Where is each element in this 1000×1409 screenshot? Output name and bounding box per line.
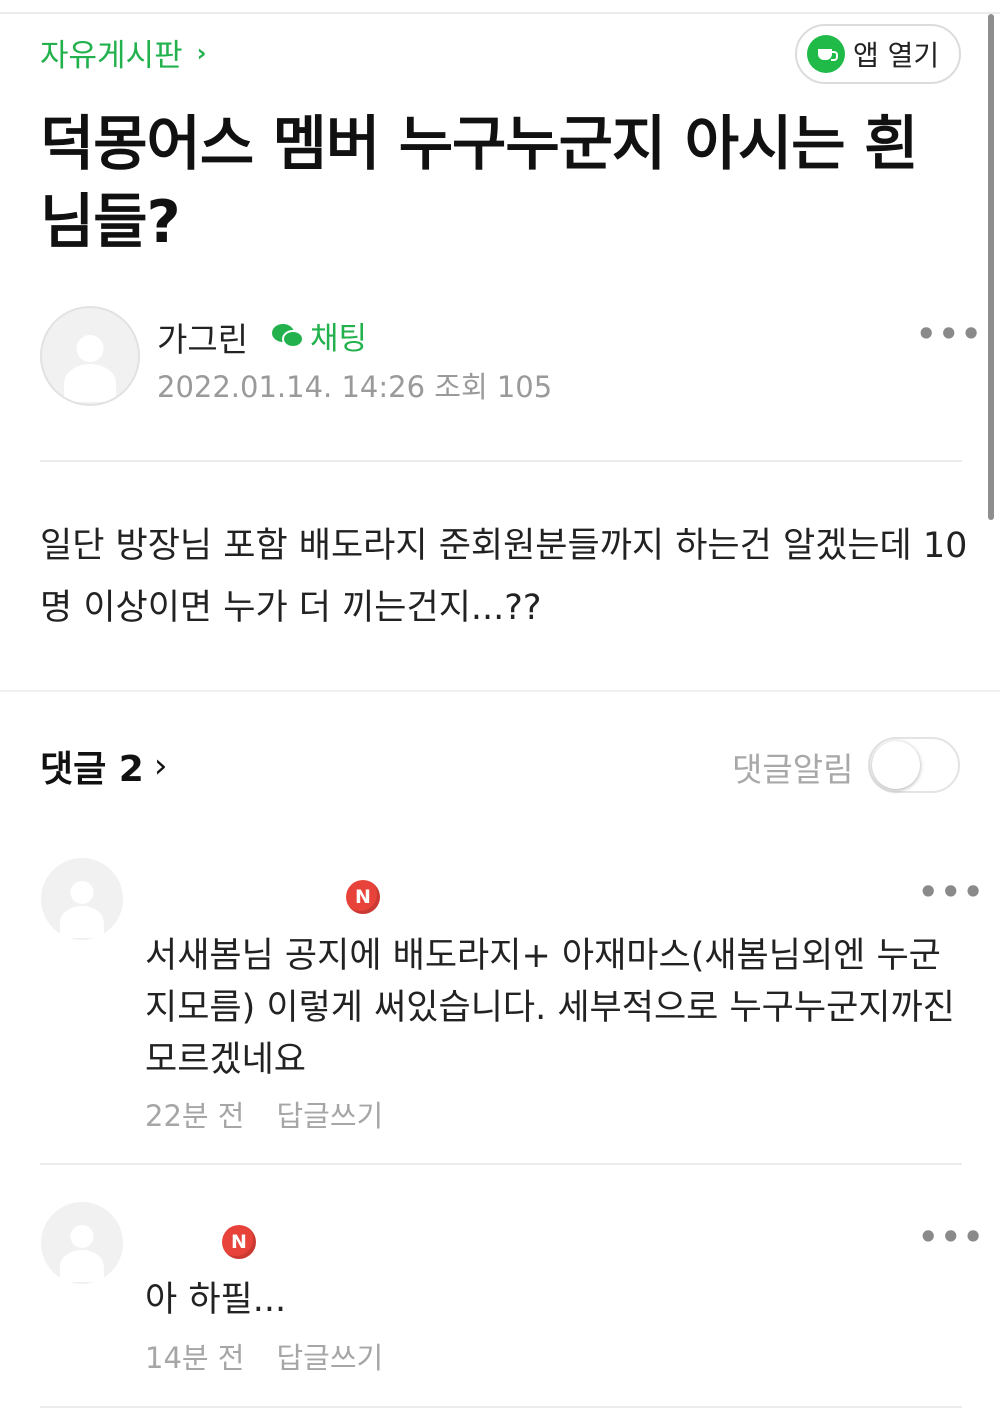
comment-more-icon[interactable]: •••	[918, 1218, 985, 1256]
comment-text: 아 하필...	[145, 1280, 287, 1320]
section-divider	[0, 690, 1000, 692]
avatar-head-shape	[70, 1224, 94, 1248]
chevron-right-icon: ›	[153, 746, 168, 786]
more-options-icon[interactable]: •••	[916, 315, 983, 353]
avatar-head-shape	[76, 334, 104, 362]
avatar-body-shape	[59, 1249, 105, 1283]
new-badge: N	[346, 880, 380, 914]
reply-button[interactable]: 답글쓰기	[276, 1093, 383, 1135]
comment-time: 14분 전	[145, 1341, 245, 1375]
app-open-label: 앱 열기	[853, 39, 940, 72]
avatar-body-shape	[59, 905, 105, 939]
chat-label: 채팅	[310, 321, 368, 357]
commenter-avatar[interactable]	[41, 1202, 123, 1284]
author-name[interactable]: 가그린	[157, 313, 248, 361]
comment-meta: 22분 전 답글쓰기	[145, 1093, 383, 1135]
comment-alarm-toggle[interactable]	[868, 737, 960, 793]
comment-divider	[40, 1163, 962, 1165]
post-body: 일단 방장님 포함 배도라지 준회원분들까지 하는건 알겠는데 10명 이상이면…	[40, 526, 968, 628]
comment-divider	[40, 1406, 962, 1408]
comments-header[interactable]: 댓글 2 ›	[40, 740, 167, 792]
toggle-knob	[872, 741, 920, 789]
new-badge: N	[222, 1225, 256, 1259]
avatar-head-shape	[70, 880, 94, 904]
comments-count: 댓글 2	[40, 749, 144, 790]
chat-bubbles-icon	[272, 322, 306, 350]
author-avatar[interactable]	[40, 306, 140, 406]
comment-text: 서새봄님 공지에 배도라지+ 아재마스(새봄님외엔 누군지모름) 이렇게 써있습…	[145, 936, 955, 1080]
app-open-button[interactable]: 앱 열기	[795, 24, 961, 84]
board-name: 자유게시판	[40, 38, 183, 74]
author-divider	[40, 460, 962, 462]
chat-button[interactable]: 채팅	[272, 313, 367, 358]
board-link[interactable]: 자유게시판 ›	[40, 30, 207, 75]
comment-meta: 14분 전 답글쓰기	[145, 1335, 383, 1377]
reply-button[interactable]: 답글쓰기	[276, 1335, 383, 1377]
comment-time: 22분 전	[145, 1099, 245, 1133]
commenter-avatar[interactable]	[41, 858, 123, 940]
post-meta: 2022.01.14. 14:26 조회 105	[157, 370, 553, 404]
avatar-body-shape	[64, 363, 116, 403]
post-title: 덕몽어스 멤버 누구누군지 아시는 흰님들?	[40, 109, 918, 256]
chevron-right-icon: ›	[196, 38, 207, 67]
comment-alarm-label: 댓글알림	[732, 750, 854, 789]
top-divider	[0, 12, 1000, 14]
comment-more-icon[interactable]: •••	[918, 873, 985, 911]
cafe-cup-icon	[807, 35, 845, 73]
scrollbar[interactable]	[988, 14, 994, 520]
